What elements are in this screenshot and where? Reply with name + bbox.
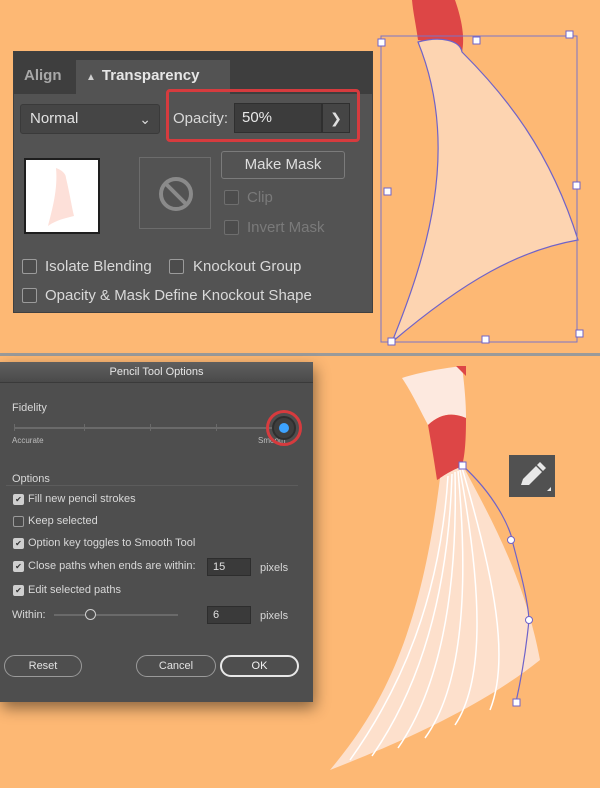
fill-new-strokes-checkbox[interactable]: [13, 494, 24, 505]
artwork-thumbnail[interactable]: [24, 158, 100, 234]
within-slider-track[interactable]: [54, 614, 178, 616]
opacity-input[interactable]: 50%: [234, 103, 322, 133]
invert-mask-label: Invert Mask: [247, 219, 325, 236]
make-mask-button[interactable]: Make Mask: [221, 151, 345, 179]
sail-thumbnail-icon: [48, 168, 74, 226]
fill-new-strokes-label: Fill new pencil strokes: [28, 493, 136, 505]
edit-selected-paths-label: Edit selected paths: [28, 584, 121, 596]
no-symbol-icon: [159, 177, 193, 211]
tab-transparency-label: Transparency: [101, 67, 200, 84]
dialog-title[interactable]: Pencil Tool Options: [0, 362, 313, 383]
within-input[interactable]: 6: [207, 606, 251, 624]
clip-checkbox[interactable]: [224, 190, 239, 205]
keep-selected-checkbox[interactable]: [13, 516, 24, 527]
blend-mode-value: Normal: [30, 110, 79, 127]
opacity-mask-knockout-checkbox[interactable]: [22, 288, 37, 303]
sail-shape[interactable]: [391, 38, 579, 343]
option-key-smooth-checkbox[interactable]: [13, 538, 24, 549]
chevron-down-icon: ⌄: [139, 111, 151, 127]
transparency-panel: Align ▲︎ Transparency Normal ⌄ Opacity: 5…: [14, 52, 372, 312]
edit-selected-paths-checkbox[interactable]: [13, 585, 24, 596]
opacity-mask-knockout-label: Opacity & Mask Define Knockout Shape: [45, 287, 312, 304]
mask-thumbnail[interactable]: [139, 157, 211, 229]
fidelity-min-label: Accurate: [12, 436, 44, 445]
pencil-tool-button[interactable]: [509, 455, 555, 497]
opacity-stepper-arrow-icon[interactable]: ❯: [322, 103, 350, 133]
fidelity-slider-knob[interactable]: [272, 416, 296, 440]
fidelity-tick: [14, 424, 15, 431]
close-paths-checkbox[interactable]: [13, 561, 24, 572]
tab-align[interactable]: Align: [14, 60, 72, 94]
close-paths-input[interactable]: 15: [207, 558, 251, 576]
fidelity-tick: [216, 424, 217, 431]
close-paths-label: Close paths when ends are within:: [28, 560, 196, 572]
fidelity-tick: [150, 424, 151, 431]
fidelity-tick: [84, 424, 85, 431]
knockout-group-label: Knockout Group: [193, 258, 302, 275]
blend-mode-select[interactable]: Normal ⌄: [20, 104, 160, 134]
options-label: Options: [12, 473, 50, 485]
within-label: Within:: [12, 609, 46, 621]
within-slider-knob[interactable]: [85, 609, 96, 620]
invert-mask-checkbox[interactable]: [224, 220, 239, 235]
reset-button[interactable]: Reset: [4, 655, 82, 677]
opacity-label: Opacity:: [173, 110, 229, 127]
isolate-blending-label: Isolate Blending: [45, 258, 152, 275]
panel-tab-bar: Align ▲︎ Transparency: [14, 52, 372, 94]
keep-selected-label: Keep selected: [28, 515, 98, 527]
clip-label: Clip: [247, 189, 273, 206]
close-paths-unit: pixels: [260, 562, 289, 574]
collapse-arrows-icon[interactable]: ▲︎: [86, 72, 96, 83]
top-artboard: Align ▲︎ Transparency Normal ⌄ Opacity: 5…: [0, 0, 600, 353]
knockout-group-checkbox[interactable]: [169, 259, 184, 274]
option-key-smooth-label: Option key toggles to Smooth Tool: [28, 537, 196, 549]
pencil-icon: [521, 462, 551, 491]
cancel-button[interactable]: Cancel: [136, 655, 216, 677]
fidelity-label: Fidelity: [12, 402, 47, 414]
within-unit: pixels: [260, 610, 289, 622]
ok-button[interactable]: OK: [220, 655, 299, 677]
isolate-blending-checkbox[interactable]: [22, 259, 37, 274]
